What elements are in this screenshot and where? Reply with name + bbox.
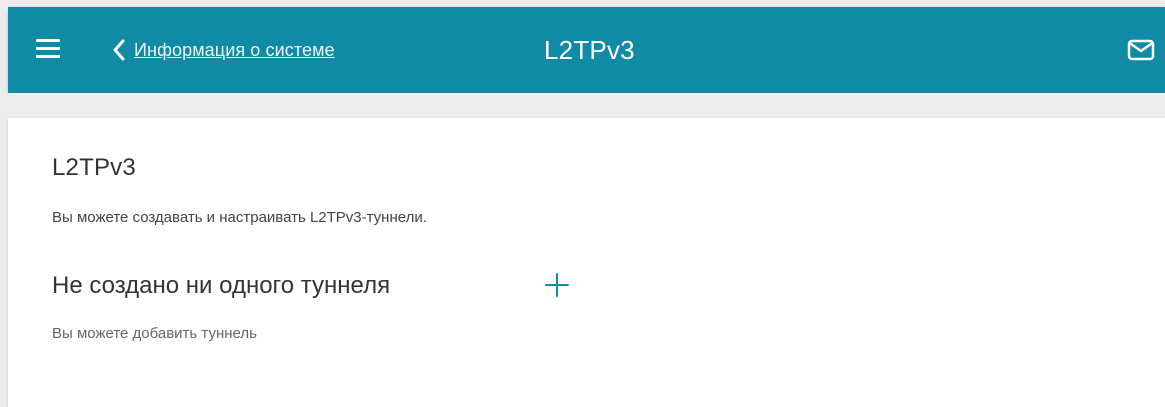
empty-state-title: Не создано ни одного туннеля [52, 272, 391, 299]
envelope-icon[interactable] [1126, 38, 1156, 62]
hamburger-menu-icon[interactable] [36, 37, 62, 61]
empty-state-description: Вы можете добавить туннель [52, 325, 257, 342]
back-link-label[interactable]: Информация о системе [134, 40, 335, 61]
page-title: L2TPv3 [544, 35, 635, 65]
section-title: L2TPv3 [52, 154, 136, 181]
chevron-left-icon [113, 39, 125, 61]
back-link[interactable]: Информация о системе [108, 35, 335, 65]
top-bar: Информация о системе L2TPv3 [8, 7, 1165, 93]
app-frame: Информация о системе L2TPv3 L2TPv3 Вы мо… [0, 0, 1165, 407]
section-description: Вы можете создавать и настраивать L2TPv3… [52, 209, 427, 226]
content-card [8, 118, 1165, 407]
plus-icon[interactable] [543, 271, 571, 299]
